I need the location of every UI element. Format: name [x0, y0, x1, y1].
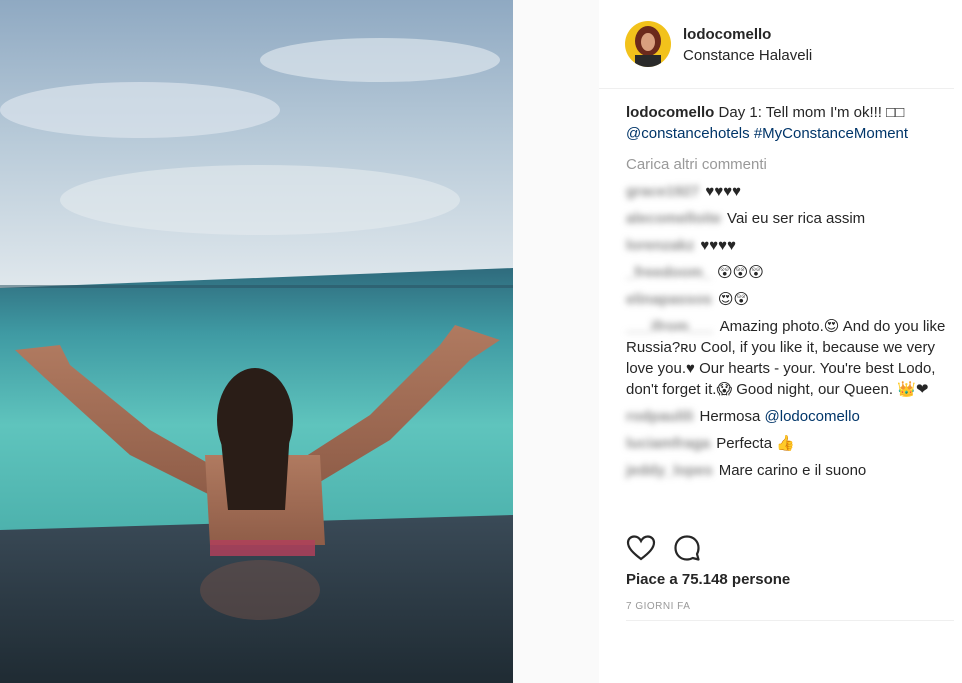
post-timestamp[interactable]: 7 GIORNI FA	[626, 601, 690, 612]
comment-username[interactable]: rodpaulili	[626, 406, 694, 427]
post-header: lodocomello Constance Halaveli	[599, 0, 954, 89]
instagram-post: lodocomello Constance Halaveli lodocomel…	[0, 0, 962, 683]
avatar[interactable]	[625, 21, 671, 67]
comment-username[interactable]: luciamfraga	[626, 433, 710, 454]
post-photo[interactable]	[0, 0, 513, 683]
background-gap	[513, 0, 599, 683]
comment-username[interactable]: lorenzakz	[626, 235, 694, 256]
post-actions	[626, 533, 714, 563]
comment-username[interactable]: alecomelloite	[626, 208, 721, 229]
comment: jeddy_lopes Mare carino e il suono	[626, 460, 946, 481]
comment-username[interactable]: jeddy_lopes	[626, 460, 713, 481]
caption-username[interactable]: lodocomello	[626, 104, 714, 121]
speech-bubble-icon	[674, 535, 701, 561]
caption-hashtag[interactable]: #MyConstanceMoment	[754, 125, 908, 142]
post-caption: lodocomello Day 1: Tell mom I'm ok!!! □□…	[626, 102, 946, 144]
comment-mention[interactable]: @lodocomello	[765, 408, 860, 425]
photo-image	[0, 0, 513, 683]
heart-outline-icon	[626, 535, 656, 561]
comment-text: Hermosa	[699, 408, 765, 425]
comment-text: Mare carino e il suono	[718, 462, 867, 479]
comment-username[interactable]: ___ifrom___	[626, 316, 714, 337]
comment: grace1927 ♥♥♥♥	[626, 181, 946, 202]
like-button[interactable]	[626, 533, 656, 563]
comment-username[interactable]: elinapassos	[626, 289, 712, 310]
comment-text: 😲😲😲	[717, 264, 764, 281]
comment: rodpaulili Hermosa @lodocomello	[626, 406, 946, 427]
post-location[interactable]: Constance Halaveli	[683, 47, 812, 64]
comment: luciamfraga Perfecta 👍	[626, 433, 946, 454]
comment-text: ♥♥♥♥	[705, 183, 742, 200]
comment: alecomelloite Vai eu ser rica assim	[626, 208, 946, 229]
comment-text: 😍😲	[717, 291, 750, 308]
divider	[626, 620, 954, 621]
comment-text: Vai eu ser rica assim	[727, 210, 866, 227]
caption-mention[interactable]: @constancehotels	[626, 125, 750, 142]
caption-text: Day 1: Tell mom I'm ok!!! □□	[718, 104, 905, 121]
post-panel: lodocomello Constance Halaveli lodocomel…	[599, 0, 954, 683]
comments-list: lodocomello Day 1: Tell mom I'm ok!!! □□…	[626, 102, 946, 481]
comment-username[interactable]: _freedoom_	[626, 262, 711, 283]
comment: elinapassos 😍😲	[626, 289, 946, 310]
comment: lorenzakz ♥♥♥♥	[626, 235, 946, 256]
comment-text: ♥♥♥♥	[700, 237, 736, 254]
load-more-comments[interactable]: Carica altri commenti	[626, 154, 946, 175]
comment-button[interactable]	[672, 533, 702, 563]
post-username[interactable]: lodocomello	[683, 26, 771, 43]
comment-text: Perfecta 👍	[716, 435, 795, 452]
avatar-image	[625, 21, 671, 67]
likes-count[interactable]: Piace a 75.148 persone	[626, 571, 790, 588]
comment: _freedoom_ 😲😲😲	[626, 262, 946, 283]
comment: ___ifrom___ Amazing photo.😍 And do you li…	[626, 316, 946, 400]
comment-username[interactable]: grace1927	[626, 181, 699, 202]
